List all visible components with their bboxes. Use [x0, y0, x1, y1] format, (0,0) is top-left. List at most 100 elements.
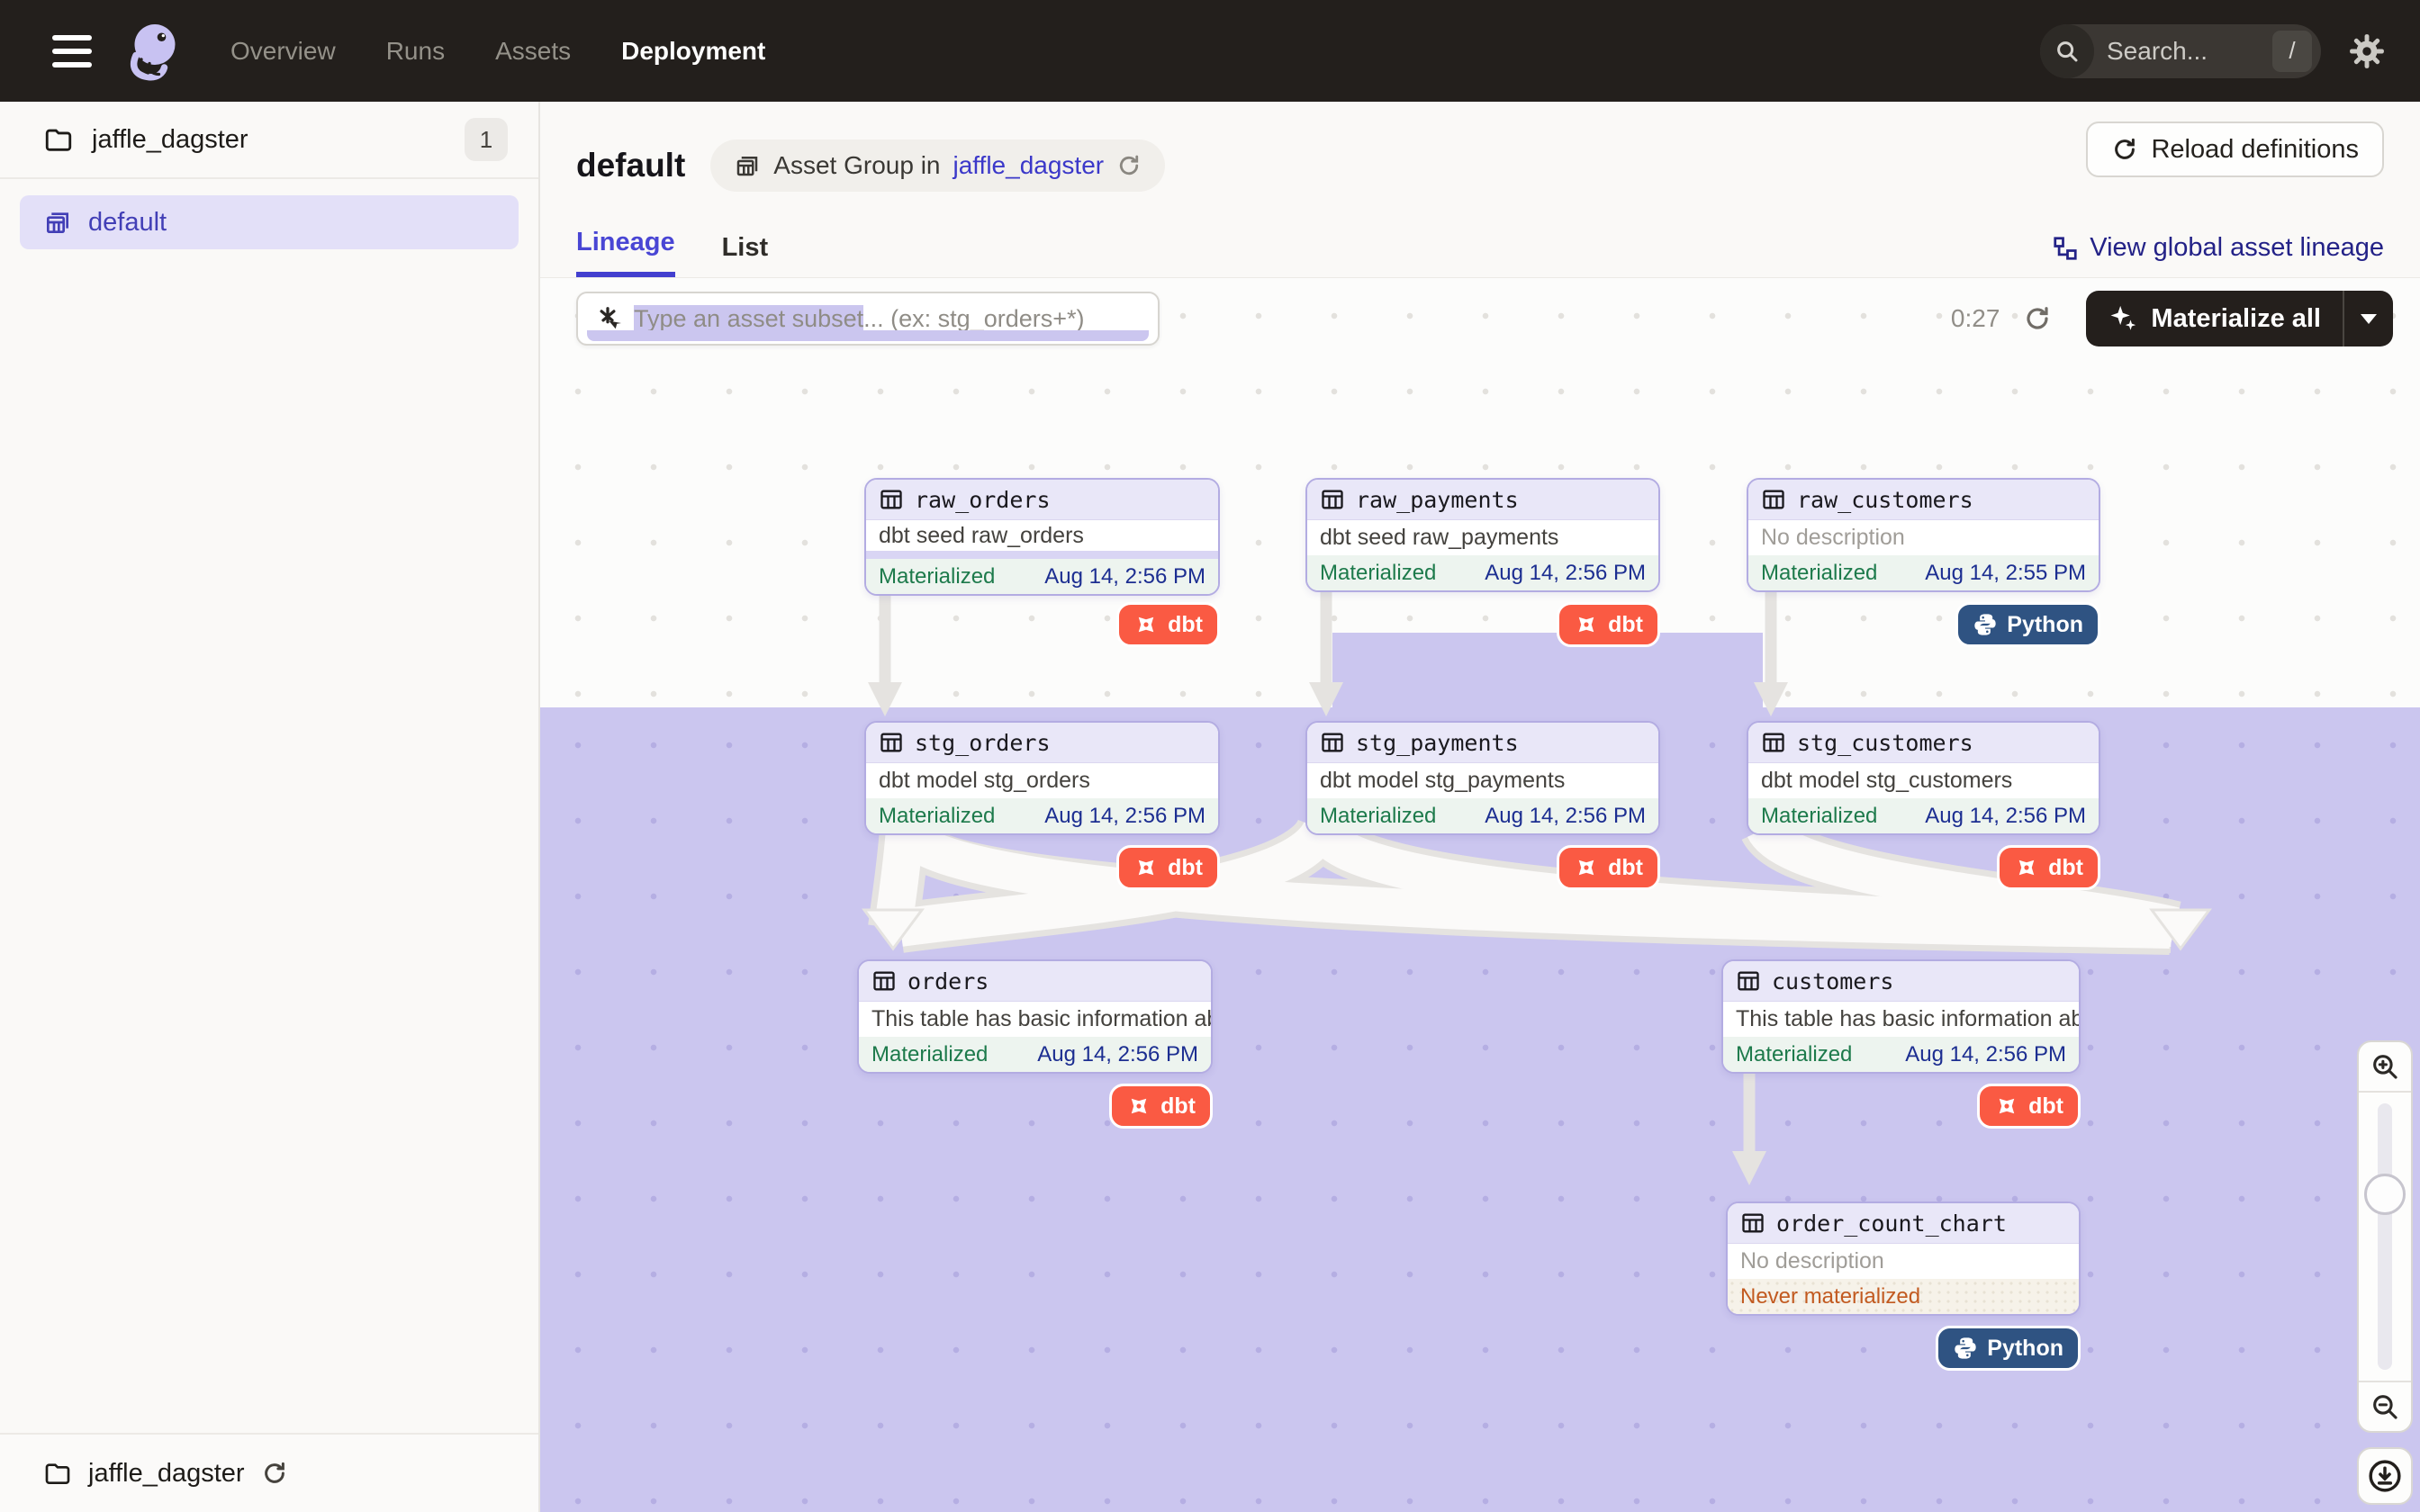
asset-node[interactable]: order_count_chart No description Never m… [1726, 1202, 2081, 1316]
asset-name: raw_orders [915, 487, 1051, 513]
top-nav: Overview Runs Assets Deployment / [0, 0, 2420, 102]
table-icon [879, 487, 904, 512]
nav-item-assets[interactable]: Assets [495, 37, 571, 66]
zoom-out-button[interactable] [2359, 1382, 2411, 1431]
dbt-icon [2014, 855, 2039, 880]
asset-orders: orders This table has basic information … [857, 959, 1213, 1074]
gear-icon[interactable] [2348, 32, 2386, 70]
zoom-out-icon [2370, 1391, 2400, 1422]
status-label: Never materialized [1740, 1284, 1920, 1310]
status-label: Materialized [879, 564, 995, 590]
nav-item-runs[interactable]: Runs [386, 37, 445, 66]
table-icon [871, 968, 897, 994]
dbt-badge[interactable]: dbt [1557, 602, 1660, 647]
dbt-badge[interactable]: dbt [1116, 845, 1220, 890]
dbt-badge[interactable]: dbt [1977, 1084, 2081, 1129]
page-title: default [576, 147, 685, 184]
asset-name: raw_payments [1356, 487, 1519, 513]
dagster-logo-icon[interactable] [122, 19, 187, 84]
status-label: Materialized [1320, 804, 1436, 829]
asset-name: order_count_chart [1776, 1210, 2007, 1237]
zoom-slider[interactable] [2359, 1091, 2411, 1382]
selection-strip [866, 551, 1218, 559]
status-timestamp: Aug 14, 2:55 PM [1925, 561, 2086, 586]
folder-icon [43, 124, 74, 155]
sidebar-item-default[interactable]: default [20, 195, 519, 249]
refresh-icon[interactable] [2023, 304, 2052, 333]
dbt-badge[interactable]: dbt [1557, 845, 1660, 890]
download-view-button[interactable] [2357, 1447, 2413, 1505]
status-timestamp: Aug 14, 2:56 PM [1044, 804, 1205, 829]
asset-node[interactable]: orders This table has basic information … [857, 959, 1213, 1074]
dbt-icon [1133, 855, 1159, 880]
table-icon [879, 730, 904, 755]
refresh-icon [2111, 136, 2138, 163]
lineage-graph-icon [2052, 235, 2079, 262]
status-label: Materialized [1761, 561, 1877, 586]
refresh-icon[interactable] [1116, 153, 1142, 178]
zoom-slider-track [2378, 1103, 2392, 1370]
zoom-in-button[interactable] [2359, 1042, 2411, 1091]
search-input[interactable] [2094, 37, 2272, 66]
asset-name: stg_payments [1356, 730, 1519, 756]
sidebar: jaffle_dagster 1 default jaffle_dagster [0, 102, 540, 1512]
asset-node[interactable]: raw_customers No description Materialize… [1747, 478, 2100, 592]
asset-stg_payments: stg_payments dbt model stg_payments Mate… [1305, 721, 1660, 835]
table-icon [1761, 730, 1786, 755]
asset-description: No description [1748, 520, 2099, 555]
asset-node[interactable]: raw_orders dbt seed raw_orders Materiali… [864, 478, 1220, 596]
asset-description: dbt seed raw_payments [1307, 520, 1658, 555]
reload-definitions-label: Reload definitions [2151, 135, 2359, 165]
asset-node[interactable]: stg_orders dbt model stg_orders Material… [864, 721, 1220, 835]
python-badge[interactable]: Python [1936, 1326, 2081, 1371]
asset-name: stg_orders [915, 730, 1051, 756]
python-icon [1973, 612, 1998, 637]
table-icon [1761, 487, 1786, 512]
sidebar-footer: jaffle_dagster [0, 1433, 538, 1512]
view-global-asset-lineage-link[interactable]: View global asset lineage [2052, 233, 2384, 263]
status-timestamp: Aug 14, 2:56 PM [1485, 804, 1646, 829]
repo-count-badge: 1 [465, 118, 508, 161]
status-label: Materialized [879, 804, 995, 829]
dbt-badge[interactable]: dbt [1997, 845, 2100, 890]
download-icon [2368, 1459, 2402, 1493]
zoom-controls [2357, 1040, 2413, 1505]
materialize-all-label: Materialize all [2151, 304, 2321, 334]
footer-repo-name: jaffle_dagster [88, 1459, 245, 1489]
nav-item-deployment[interactable]: Deployment [621, 37, 765, 66]
asset-node[interactable]: stg_customers dbt model stg_customers Ma… [1747, 721, 2100, 835]
asset-group-icon [43, 208, 72, 237]
asset-node[interactable]: stg_payments dbt model stg_payments Mate… [1305, 721, 1660, 835]
python-badge[interactable]: Python [1955, 602, 2100, 647]
graph-toolbar: Type an asset subset... (ex: stg_orders+… [576, 291, 2393, 346]
tab-list[interactable]: List [722, 233, 769, 277]
table-icon [1736, 968, 1761, 994]
asset-node[interactable]: raw_payments dbt seed raw_payments Mater… [1305, 478, 1660, 592]
refresh-icon[interactable] [261, 1460, 288, 1487]
materialize-dropdown-button[interactable] [2344, 291, 2393, 346]
table-icon [1320, 487, 1345, 512]
menu-icon[interactable] [52, 35, 92, 68]
asset-node[interactable]: customers This table has basic informati… [1721, 959, 2081, 1074]
reload-definitions-button[interactable]: Reload definitions [2086, 122, 2384, 177]
main-content: default Asset Group in jaffle_dagster Re… [540, 102, 2420, 1512]
dbt-badge[interactable]: dbt [1109, 1084, 1213, 1129]
asset-description: dbt model stg_customers [1748, 763, 2099, 798]
dbt-badge[interactable]: dbt [1116, 602, 1220, 647]
asset-subset-input[interactable]: Type an asset subset... (ex: stg_orders+… [576, 292, 1160, 346]
group-badge-repo-link[interactable]: jaffle_dagster [953, 151, 1104, 180]
asset-stg_orders: stg_orders dbt model stg_orders Material… [864, 721, 1220, 835]
zoom-slider-handle[interactable] [2364, 1174, 2406, 1215]
sidebar-repo-row[interactable]: jaffle_dagster 1 [0, 102, 538, 179]
search-box[interactable]: / [2040, 24, 2321, 78]
status-timestamp: Aug 14, 2:56 PM [1044, 564, 1205, 590]
lineage-canvas[interactable]: Type an asset subset... (ex: stg_orders+… [540, 277, 2420, 1512]
asset-stg_customers: stg_customers dbt model stg_customers Ma… [1747, 721, 2100, 835]
tab-lineage[interactable]: Lineage [576, 228, 675, 277]
asset-group-badge: Asset Group in jaffle_dagster [710, 140, 1165, 192]
materialize-all-button[interactable]: Materialize all [2086, 291, 2393, 346]
folder-icon [43, 1459, 72, 1488]
status-label: Materialized [1320, 561, 1436, 586]
nav-item-overview[interactable]: Overview [230, 37, 336, 66]
page-header: default Asset Group in jaffle_dagster Re… [540, 102, 2420, 216]
